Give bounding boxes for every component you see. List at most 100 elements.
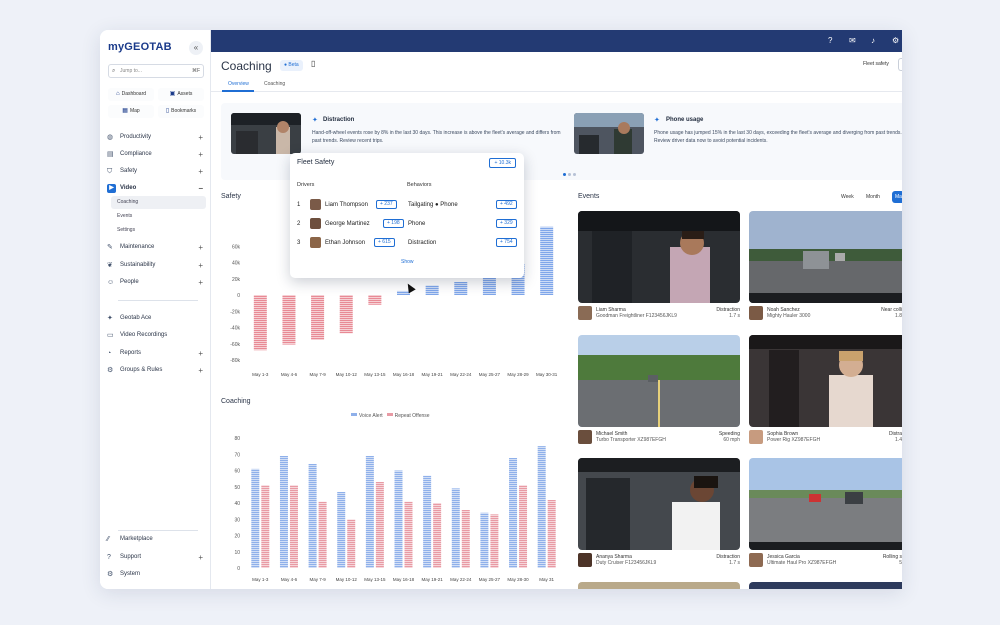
mail-icon[interactable]: ✉: [849, 36, 856, 45]
event-thumbnail-partial[interactable]: [578, 582, 740, 589]
event-thumbnail[interactable]: [749, 335, 902, 427]
tab-active-indicator: [222, 90, 254, 92]
quick-link-map[interactable]: ▦ Map: [108, 105, 154, 118]
bell-icon[interactable]: ♪: [871, 36, 875, 45]
carousel-dot[interactable]: [563, 173, 566, 176]
nav-groups-rules[interactable]: ⚙ Groups & Rules +: [100, 363, 211, 378]
safety-bar[interactable]: [311, 295, 325, 340]
event-thumbnail[interactable]: [749, 211, 902, 303]
tab-overview[interactable]: Overview: [228, 81, 249, 87]
show-more-link[interactable]: Show: [401, 259, 414, 265]
carousel-dot[interactable]: [568, 173, 571, 176]
range-week[interactable]: Week: [841, 194, 854, 200]
nav-sustainability[interactable]: ❦ Sustainability +: [100, 258, 211, 273]
phone-usage-thumbnail[interactable]: [574, 113, 644, 154]
range-max[interactable]: Ma: [892, 191, 902, 203]
nav-maintenance[interactable]: ✎ Maintenance +: [100, 240, 211, 255]
quick-link-bookmarks[interactable]: ▯ Bookmarks: [158, 105, 204, 118]
subnav-coaching[interactable]: Coaching: [111, 196, 206, 209]
y-tick-label: 70: [234, 452, 240, 458]
subnav-events[interactable]: Events: [111, 210, 206, 223]
voice-alert-bar[interactable]: [279, 455, 288, 568]
nav-compliance[interactable]: ▤ Compliance +: [100, 147, 211, 162]
safety-bar[interactable]: [482, 277, 496, 295]
x-tick-label: May 30-31: [536, 372, 558, 377]
event-thumbnail-partial[interactable]: [749, 582, 902, 589]
nav-safety[interactable]: ⛉ Safety +: [100, 164, 211, 179]
popup-row[interactable]: 2 George Martinez + 198 Phone + 329: [290, 218, 524, 232]
nav-video-recordings[interactable]: ▭ Video Recordings: [100, 328, 211, 343]
popup-row[interactable]: 1 Liam Thompson + 237 Tailgating ● Phone…: [290, 199, 524, 213]
safety-bar[interactable]: [425, 285, 439, 295]
quick-link-dashboard[interactable]: ⌂ Dashboard: [108, 88, 154, 101]
help-icon[interactable]: ?: [828, 36, 832, 45]
search-input[interactable]: ⌕ Jump to... ⌘F: [108, 64, 204, 78]
repeat-offense-bar[interactable]: [433, 503, 442, 568]
subnav-settings[interactable]: Settings: [111, 224, 206, 237]
repeat-offense-bar[interactable]: [490, 514, 499, 568]
safety-bar[interactable]: [454, 282, 468, 295]
repeat-offense-bar[interactable]: [375, 481, 384, 568]
repeat-offense-bar[interactable]: [519, 485, 528, 568]
quick-link-assets[interactable]: ▣ Assets: [158, 88, 204, 101]
voice-alert-bar[interactable]: [480, 512, 489, 568]
fleet-select[interactable]: [898, 58, 902, 71]
logo[interactable]: myGEOTAB: [108, 41, 172, 53]
safety-bar[interactable]: [282, 295, 296, 345]
event-thumbnail[interactable]: [578, 458, 740, 550]
voice-alert-bar[interactable]: [337, 491, 346, 568]
carousel-dot[interactable]: [573, 173, 576, 176]
voice-alert-bar[interactable]: [308, 464, 317, 568]
voice-alert-bar[interactable]: [537, 446, 546, 568]
safety-bar[interactable]: [253, 295, 267, 351]
safety-bar[interactable]: [339, 295, 353, 334]
repeat-offense-bar[interactable]: [461, 509, 470, 569]
carousel-dots[interactable]: [563, 163, 578, 181]
expand-icon: +: [198, 278, 203, 287]
search-shortcut: ⌘F: [191, 68, 200, 74]
popup-row[interactable]: 3 Ethan Johnson + 615 Distraction + 754: [290, 237, 524, 251]
legend-label: Repeat Offense: [394, 413, 430, 419]
nav-video[interactable]: ▶ Video −: [100, 181, 211, 196]
coaching-chart[interactable]: 80 70 60 50 40 30 20 10 0 May 1-3 May 4-6 May 7-9 Ma…: [221, 430, 566, 586]
repeat-offense-bar[interactable]: [289, 485, 298, 568]
nav-label: Geotab Ace: [120, 315, 152, 321]
event-thumbnail[interactable]: [578, 335, 740, 427]
marketplace-icon: ⁄⁄: [107, 536, 110, 543]
repeat-offense-bar[interactable]: [404, 501, 413, 568]
bookmark-icon[interactable]: ▯: [311, 59, 315, 68]
fleet-safety-popup: Fleet Safety + 10.3k Drivers Behaviors 1…: [290, 153, 524, 278]
quick-link-label: Assets: [177, 91, 193, 97]
event-thumbnail[interactable]: [578, 211, 740, 303]
voice-alert-bar[interactable]: [451, 488, 460, 568]
behavior-value-badge: + 754: [496, 238, 517, 247]
tab-coaching[interactable]: Coaching: [264, 81, 285, 87]
avatar: [310, 218, 321, 229]
voice-alert-bar[interactable]: [365, 455, 374, 568]
nav-productivity[interactable]: ◍ Productivity +: [100, 130, 211, 145]
nav-support[interactable]: ? Support +: [100, 550, 211, 565]
voice-alert-bar[interactable]: [394, 470, 403, 569]
event-thumbnail[interactable]: [749, 458, 902, 550]
repeat-offense-bar[interactable]: [547, 499, 556, 568]
repeat-offense-bar[interactable]: [318, 501, 327, 568]
gear-icon[interactable]: ⚙: [892, 36, 899, 45]
voice-alert-bar[interactable]: [423, 475, 432, 568]
voice-alert-bar[interactable]: [509, 457, 518, 569]
distraction-thumbnail[interactable]: [231, 113, 301, 154]
repeat-offense-bar[interactable]: [261, 485, 270, 568]
safety-bar[interactable]: [540, 226, 554, 295]
collapse-sidebar-icon[interactable]: «: [189, 41, 203, 55]
nav-system[interactable]: ⚙ System: [100, 567, 211, 582]
nav-people[interactable]: ☺ People +: [100, 275, 211, 290]
expand-icon: +: [198, 167, 203, 176]
nav-geotab-ace[interactable]: ✦ Geotab Ace: [100, 311, 211, 326]
nav-reports[interactable]: ◔ Reports +: [100, 346, 211, 361]
repeat-offense-bar[interactable]: [347, 519, 356, 568]
voice-alert-bar[interactable]: [251, 468, 260, 568]
event-vehicle: Duty Cruiser F123456JKL9: [596, 560, 657, 566]
range-month[interactable]: Month: [866, 194, 880, 200]
safety-bar[interactable]: [368, 295, 382, 305]
nav-marketplace[interactable]: ⁄⁄ Marketplace: [100, 532, 211, 547]
expand-icon: +: [198, 150, 203, 159]
